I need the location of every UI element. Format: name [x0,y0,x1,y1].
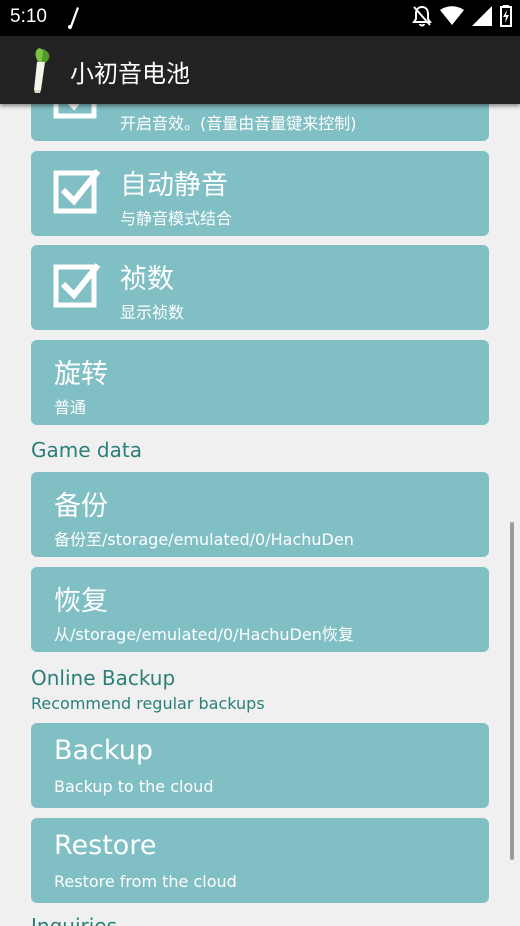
app-title: 小初音电池 [70,60,190,88]
battery-icon [500,5,512,31]
pref-backup-title: 备份 [54,491,108,522]
pref-frames-title: 祯数 [120,264,174,295]
pref-auto-mute[interactable]: 自动静音 与静音模式结合 [31,151,489,236]
notification-icon [68,7,79,29]
pref-auto-mute-title: 自动静音 [120,170,228,201]
wifi-icon [440,6,464,30]
pref-auto-mute-summary: 与静音模式结合 [120,209,233,228]
section-inquiries: Inquiries [31,914,118,926]
pref-online-restore[interactable]: Restore Restore from the cloud [31,818,489,903]
section-online-backup-subtitle: Recommend regular backups [31,694,265,713]
pref-sound[interactable]: 开启音效。(音量由音量键来控制) [31,104,489,141]
status-icons [412,5,512,31]
app-logo-icon [34,48,50,93]
pref-online-restore-summary: Restore from the cloud [54,872,237,891]
do-not-disturb-icon [412,5,432,31]
pref-online-backup[interactable]: Backup Backup to the cloud [31,723,489,808]
status-time: 5:10 [10,6,47,27]
frames-checkbox[interactable] [53,261,101,309]
pref-online-backup-title: Backup [54,735,153,766]
section-online-backup: Online Backup [31,666,176,690]
status-bar: 5:10 [0,0,520,36]
signal-icon [472,6,492,30]
settings-list[interactable]: 开启音效。(音量由音量键来控制) 自动静音 与静音模式结合 祯数 显示祯数 旋转… [0,104,520,926]
pref-restore-title: 恢复 [54,586,108,617]
pref-sound-summary: 开启音效。(音量由音量键来控制) [120,114,357,133]
pref-restore[interactable]: 恢复 从/storage/emulated/0/HachuDen恢复 [31,567,489,652]
pref-rotate[interactable]: 旋转 普通 [31,340,489,425]
app-bar: 小初音电池 [0,36,520,104]
pref-frames-summary: 显示祯数 [120,303,185,322]
pref-online-restore-title: Restore [54,830,157,861]
pref-backup-summary: 备份至/storage/emulated/0/HachuDen [54,530,354,549]
scrollbar[interactable] [510,522,514,860]
pref-restore-summary: 从/storage/emulated/0/HachuDen恢复 [54,625,354,644]
pref-rotate-title: 旋转 [54,359,108,390]
pref-online-backup-summary: Backup to the cloud [54,777,214,796]
pref-backup[interactable]: 备份 备份至/storage/emulated/0/HachuDen [31,472,489,557]
section-game-data: Game data [31,438,142,462]
sound-checkbox[interactable] [53,104,101,120]
pref-rotate-summary: 普通 [54,398,87,417]
pref-frames[interactable]: 祯数 显示祯数 [31,245,489,330]
auto-mute-checkbox[interactable] [53,167,101,215]
